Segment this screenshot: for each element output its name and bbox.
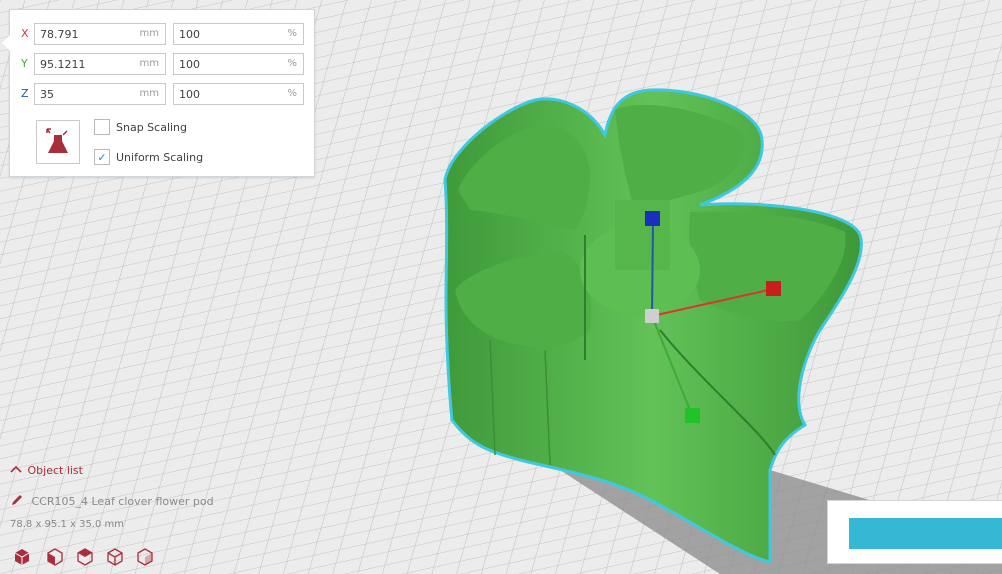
y-size-unit: mm [139,58,159,69]
print-action-panel [827,500,1002,564]
scale-row-y: Y 95.1211 mm 100 % [10,53,314,77]
scale-panel: X 78.791 mm 100 % Y 95.1211 mm 100 % Z 3… [2,9,315,177]
3d-view-icon[interactable] [12,547,32,567]
uniform-scaling-checkbox[interactable]: ✓ [94,149,110,165]
x-size-value: 78.791 [40,28,79,41]
right-view-icon[interactable] [135,547,155,567]
y-size-input[interactable]: 95.1211 mm [34,53,166,75]
z-percent-value: 100 [179,88,200,101]
center-handle[interactable] [645,309,659,323]
z-size-unit: mm [139,88,159,99]
z-size-input[interactable]: 35 mm [34,83,166,105]
scale-row-z: Z 35 mm 100 % [10,83,314,107]
uniform-scaling-label: Uniform Scaling [116,151,204,164]
y-percent-unit: % [287,58,297,69]
panel-pointer [2,35,10,51]
left-view-icon[interactable] [105,547,125,567]
front-view-icon[interactable] [45,547,65,567]
object-dimensions: 78.8 x 95.1 x 35.0 mm [10,519,125,530]
object-list-label: Object list [27,464,83,477]
x-axis-handle[interactable] [766,281,781,296]
snap-scaling-label: Snap Scaling [116,121,188,134]
z-percent-unit: % [287,88,297,99]
slice-button[interactable] [849,518,1002,549]
check-mark-icon: ✓ [97,151,107,164]
snap-scaling-checkbox[interactable] [94,119,110,135]
scale-lock-icon [46,128,68,153]
y-percent-input[interactable]: 100 % [173,53,304,75]
x-percent-unit: % [287,28,297,39]
x-axis-label: X [21,27,29,40]
object-list-toggle[interactable]: Object list [10,464,83,477]
chevron-up-icon [10,464,24,477]
x-percent-value: 100 [179,28,200,41]
pencil-icon[interactable] [10,493,24,507]
top-view-icon[interactable] [75,547,95,567]
y-axis-handle[interactable] [685,408,700,423]
z-axis-label: Z [21,87,29,100]
x-size-input[interactable]: 78.791 mm [34,23,166,45]
scale-row-x: X 78.791 mm 100 % [10,23,314,47]
y-percent-value: 100 [179,58,200,71]
z-size-value: 35 [40,88,54,101]
object-name-row[interactable]: CCR105_4 Leaf clover flower pod [10,493,214,508]
y-size-value: 95.1211 [40,58,86,71]
z-axis-handle[interactable] [645,211,660,226]
object-name: CCR105_4 Leaf clover flower pod [31,495,214,508]
lock-model-button[interactable] [36,120,80,164]
x-size-unit: mm [139,28,159,39]
x-percent-input[interactable]: 100 % [173,23,304,45]
z-percent-input[interactable]: 100 % [173,83,304,105]
y-axis-label: Y [21,57,28,70]
